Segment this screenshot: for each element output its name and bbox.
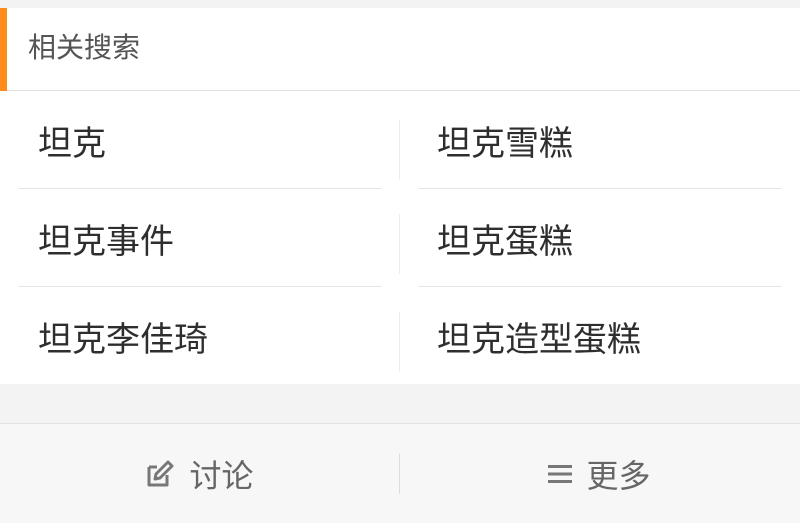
row-divider xyxy=(18,286,382,287)
related-search-item-label: 坦克 xyxy=(38,123,106,164)
related-search-grid: 坦克 坦克雪糕 坦克事件 坦克蛋糕 坦克李佳琦 坦克造型蛋糕 xyxy=(0,92,800,384)
related-search-item[interactable]: 坦克 xyxy=(38,92,378,188)
related-search-item-label: 坦克造型蛋糕 xyxy=(437,319,641,360)
column-divider xyxy=(399,312,400,372)
row-divider xyxy=(418,286,782,287)
related-search-item-label: 坦克雪糕 xyxy=(437,123,573,164)
related-search-section: 相关搜索 坦克 坦克雪糕 坦克事件 坦克蛋糕 坦克李佳琦 坦克造型蛋糕 xyxy=(0,8,800,384)
edit-icon xyxy=(145,459,175,489)
section-title: 相关搜索 xyxy=(28,31,141,64)
related-search-item-label: 坦克蛋糕 xyxy=(437,221,573,262)
more-label: 更多 xyxy=(586,456,651,495)
row-divider xyxy=(418,188,782,189)
column-divider xyxy=(399,120,400,180)
column-divider xyxy=(399,214,400,274)
related-search-item[interactable]: 坦克造型蛋糕 xyxy=(437,288,777,384)
related-search-header: 相关搜索 xyxy=(0,8,800,91)
related-search-item[interactable]: 坦克事件 xyxy=(38,190,378,286)
related-search-item[interactable]: 坦克蛋糕 xyxy=(437,190,777,286)
related-search-item-label: 坦克事件 xyxy=(38,221,174,262)
more-button[interactable]: 更多 xyxy=(400,424,799,523)
related-search-item[interactable]: 坦克雪糕 xyxy=(437,92,777,188)
accent-bar xyxy=(0,8,7,91)
discuss-label: 讨论 xyxy=(189,456,254,495)
row-divider xyxy=(18,188,382,189)
related-search-item[interactable]: 坦克李佳琦 xyxy=(38,288,378,384)
top-gap xyxy=(0,0,800,8)
menu-icon xyxy=(548,463,573,485)
related-search-item-label: 坦克李佳琦 xyxy=(38,319,208,360)
footer-bar: 讨论 更多 xyxy=(0,423,800,523)
discuss-button[interactable]: 讨论 xyxy=(0,424,399,523)
